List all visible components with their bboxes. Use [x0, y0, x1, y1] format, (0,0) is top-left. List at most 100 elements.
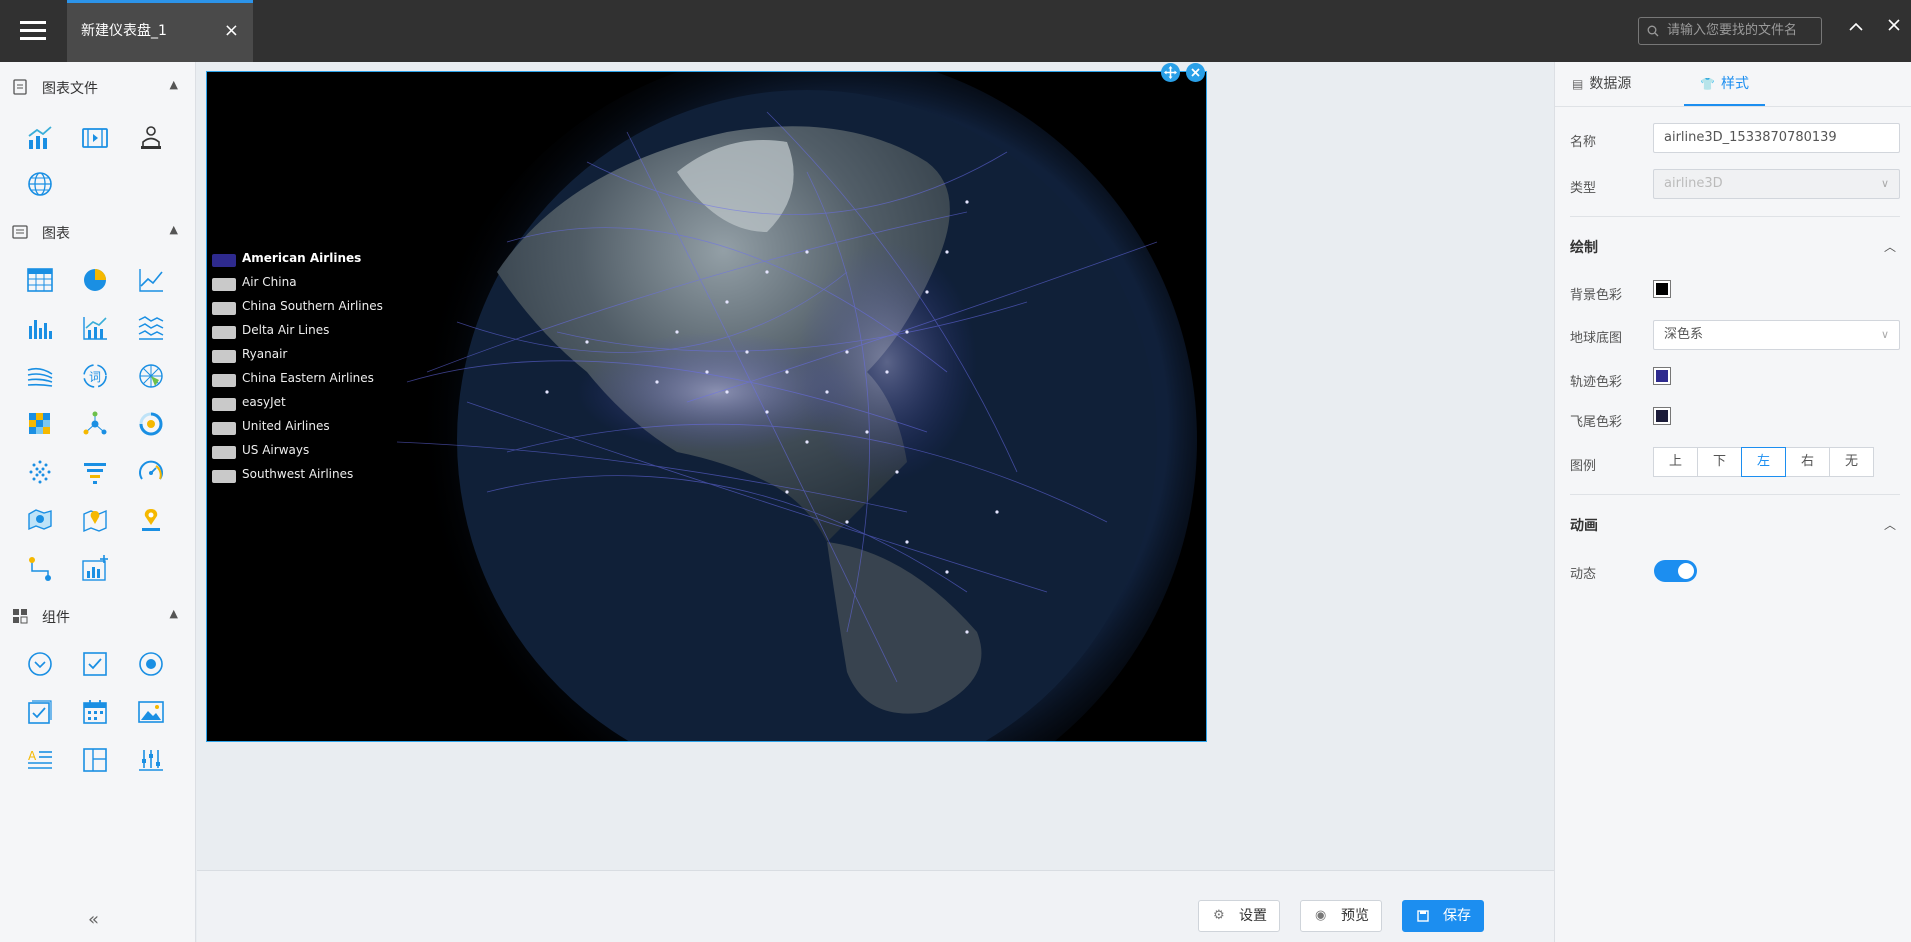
tab-datasource[interactable]: ▤ 数据源: [1572, 62, 1658, 106]
legend-top-option[interactable]: 上: [1653, 447, 1698, 477]
gauge-chart-icon[interactable]: [137, 458, 165, 486]
gear-icon: ⚙: [1213, 908, 1225, 923]
chevron-up-icon[interactable]: ▲: [170, 607, 178, 620]
combo-chart-icon[interactable]: [81, 314, 109, 342]
legend-swatch: [212, 278, 236, 291]
legend-label: Southwest Airlines: [242, 467, 354, 481]
location-pin-icon[interactable]: [137, 506, 165, 534]
tab-label: 数据源: [1589, 76, 1632, 92]
image-component-icon[interactable]: [137, 698, 165, 726]
map-marker-icon[interactable]: [81, 506, 109, 534]
legend-item[interactable]: United Airlines: [212, 416, 392, 440]
eye-icon: ◉: [1315, 908, 1327, 923]
save-button[interactable]: 保存: [1402, 900, 1484, 932]
checkbox-component-icon[interactable]: [81, 650, 109, 678]
dropdown-component-icon[interactable]: [26, 650, 54, 678]
graph-network-icon[interactable]: [81, 410, 109, 438]
remove-widget-icon[interactable]: [1186, 63, 1205, 82]
tab-dashboard[interactable]: 新建仪表盘_1 ×: [67, 0, 253, 62]
legend-item[interactable]: Delta Air Lines: [212, 320, 392, 344]
flow-lines-chart-icon[interactable]: [26, 362, 54, 390]
text-component-icon[interactable]: A: [26, 746, 54, 774]
radio-component-icon[interactable]: [137, 650, 165, 678]
funnel-chart-icon[interactable]: [81, 458, 109, 486]
radar-chart-icon[interactable]: [137, 362, 165, 390]
line-chart-icon[interactable]: [137, 266, 165, 294]
legend-item[interactable]: Air China: [212, 272, 392, 296]
name-label: 名称: [1570, 135, 1597, 150]
section-components[interactable]: 组件 ▲: [0, 605, 196, 629]
chevron-down-icon: ∨: [1880, 328, 1889, 341]
section-title: 组件: [42, 610, 70, 626]
chevron-up-icon[interactable]: ︿: [1884, 238, 1896, 255]
dynamic-toggle[interactable]: [1654, 560, 1697, 582]
chevron-up-icon[interactable]: [1848, 16, 1864, 40]
scatter-dots-icon[interactable]: [26, 458, 54, 486]
presenter-file-icon[interactable]: [137, 124, 165, 152]
legend-label: US Airways: [242, 443, 310, 457]
hamburger-menu-icon[interactable]: [20, 18, 46, 44]
legend-item[interactable]: easyJet: [212, 392, 392, 416]
video-file-icon[interactable]: [81, 124, 109, 152]
section-charts[interactable]: 图表 ▲: [0, 221, 196, 245]
tail-color-picker[interactable]: [1653, 407, 1671, 425]
bar-line-chart-file-icon[interactable]: [26, 124, 54, 152]
section-chart-files[interactable]: 图表文件 ▲: [0, 76, 196, 100]
tab-close-icon[interactable]: ×: [224, 3, 239, 59]
settings-button[interactable]: ⚙ 设置: [1198, 900, 1280, 932]
checklist-component-icon[interactable]: [26, 698, 54, 726]
component-icon: [12, 608, 28, 624]
airline-3d-chart[interactable]: American Airlines Air China China Southe…: [206, 71, 1207, 742]
chevron-up-icon[interactable]: ▲: [170, 78, 178, 91]
legend-item[interactable]: Southwest Airlines: [212, 464, 392, 488]
legend-item[interactable]: China Southern Airlines: [212, 296, 392, 320]
search-input[interactable]: 请输入您要找的文件名: [1638, 17, 1822, 45]
table-chart-icon[interactable]: [26, 266, 54, 294]
pie-chart-icon[interactable]: [81, 266, 109, 294]
region-map-icon[interactable]: [26, 506, 54, 534]
legend-item[interactable]: American Airlines: [212, 248, 392, 272]
tab-label: 样式: [1720, 76, 1749, 92]
top-bar: [0, 0, 1911, 62]
legend-item[interactable]: US Airways: [212, 440, 392, 464]
track-color-picker[interactable]: [1653, 367, 1671, 385]
name-input[interactable]: airline3D_1533870780139: [1653, 123, 1900, 153]
shirt-icon: 👕: [1700, 77, 1715, 91]
legend-right-option[interactable]: 右: [1785, 447, 1830, 477]
collapse-sidebar-icon[interactable]: «: [88, 909, 99, 930]
ring-progress-icon[interactable]: [137, 410, 165, 438]
toggle-knob: [1678, 563, 1694, 579]
chevron-up-icon[interactable]: ▲: [170, 223, 178, 236]
tab-style[interactable]: 👕 样式: [1684, 62, 1765, 106]
slider-component-icon[interactable]: [137, 746, 165, 774]
legend-left-option[interactable]: 左: [1741, 447, 1786, 477]
legend-swatch: [212, 302, 236, 315]
layout-component-icon[interactable]: [81, 746, 109, 774]
legend-swatch: [212, 398, 236, 411]
word-cloud-icon[interactable]: 词: [81, 362, 109, 390]
legend-item[interactable]: China Eastern Airlines: [212, 368, 392, 392]
heatmap-chart-icon[interactable]: [26, 410, 54, 438]
section-title: 图表文件: [42, 81, 98, 97]
chevron-up-icon[interactable]: ︿: [1884, 516, 1896, 533]
area-chart-icon[interactable]: [137, 314, 165, 342]
search-placeholder: 请输入您要找的文件名: [1667, 23, 1798, 38]
type-value: airline3D: [1664, 176, 1723, 191]
bar-chart-icon[interactable]: [26, 314, 54, 342]
move-handle-icon[interactable]: [1161, 63, 1180, 82]
globe-file-icon[interactable]: [26, 170, 54, 198]
anim-section-title: 动画: [1570, 518, 1598, 534]
window-close-icon[interactable]: [1887, 16, 1901, 37]
route-path-icon[interactable]: [26, 554, 54, 582]
bg-color-picker[interactable]: [1653, 280, 1671, 298]
legend-none-option[interactable]: 无: [1829, 447, 1874, 477]
legend-item[interactable]: Ryanair: [212, 344, 392, 368]
svg-text:词: 词: [89, 370, 101, 384]
add-chart-icon[interactable]: [81, 554, 109, 582]
legend-label: Delta Air Lines: [242, 323, 330, 337]
calendar-component-icon[interactable]: [81, 698, 109, 726]
preview-label: 预览: [1341, 908, 1369, 924]
preview-button[interactable]: ◉ 预览: [1300, 900, 1382, 932]
legend-bottom-option[interactable]: 下: [1697, 447, 1742, 477]
earth-base-select[interactable]: 深色系 ∨: [1653, 320, 1900, 350]
